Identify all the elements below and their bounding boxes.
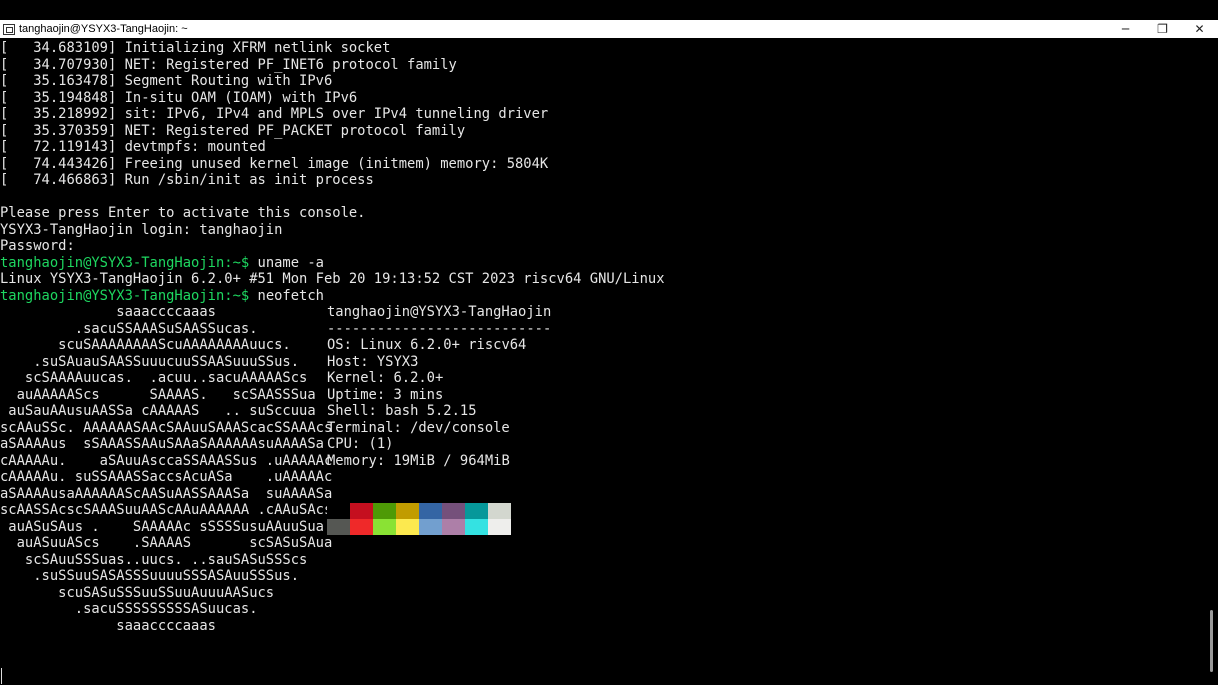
ascii-logo-line: scAAuSSc. AAAAAASAAcSAAuuSAAAScacSSAAAcs [0, 419, 333, 436]
info-value: : bash 5.2.15 [368, 403, 477, 419]
ascii-logo-line: auASuSAus . SAAAAAc sSSSSusuAAuuSua [0, 518, 324, 535]
palette-swatch [327, 503, 350, 519]
palette-swatch [327, 519, 350, 535]
ascii-logo-line: .sacuSSSSSSSSSASuucas. [0, 601, 258, 617]
terminal-output[interactable]: [ 34.683109] Initializing XFRM netlink s… [0, 38, 1205, 685]
palette-swatch [396, 519, 419, 535]
ascii-logo-line: scSAuuSSSuas..uucs. ..sauSASuSSScs [0, 551, 308, 568]
shell-prompt: tanghaojin@YSYX3-TangHaojin:~$ [0, 254, 250, 271]
palette-swatch [488, 519, 511, 535]
ascii-logo-line: cAAAAAu. suSSAAASSaccsAcuASa .uAAAAAc [0, 469, 333, 485]
info-value: : Linux 6.2.0+ riscv64 [343, 337, 527, 353]
ascii-logo-line: scAASSAcscSAAASuuAAScAAuAAAAAA .cAAuSAcs [0, 502, 333, 518]
ascii-logo-line: saaaccccaaas [0, 617, 216, 634]
kernel-log-line: [ 35.194848] In-situ OAM (IOAM) with IPv… [0, 89, 358, 106]
info-key: OS [327, 337, 344, 353]
login-line: YSYX3-TangHaojin login: tanghaojin [0, 221, 283, 238]
info-value: : /dev/console [393, 419, 510, 436]
command-line-uname: tanghaojin@YSYX3-TangHaojin:~$ uname -a [0, 255, 324, 272]
info-key: Host [327, 353, 361, 370]
palette-swatch [373, 519, 396, 535]
top-black-bar [0, 0, 1218, 20]
restore-button[interactable]: ❐ [1144, 20, 1181, 38]
info-key: Kernel [327, 370, 377, 386]
neofetch-separator: --------------------------- [327, 320, 552, 337]
kernel-log-line: [ 35.163478] Segment Routing with IPv6 [0, 73, 333, 89]
palette-swatch [465, 503, 488, 519]
scrollbar[interactable] [1205, 38, 1218, 685]
palette-swatch [419, 503, 442, 519]
palette-swatch [396, 503, 419, 519]
uname-output: Linux YSYX3-TangHaojin 6.2.0+ #51 Mon Fe… [0, 271, 665, 287]
info-memory: Memory: 19MiB / 964MiB [327, 453, 510, 470]
palette-swatch [488, 503, 511, 519]
info-value: : (1) [351, 436, 394, 452]
text-cursor [1, 668, 2, 684]
password-line: Password: [0, 238, 75, 254]
neofetch-header: tanghaojin@YSYX3-TangHaojin [327, 304, 552, 320]
info-host: Host: YSYX3 [327, 354, 418, 371]
palette-swatch [465, 519, 488, 535]
kernel-log-line: [ 34.707930] NET: Registered PF_INET6 pr… [0, 56, 457, 73]
info-value: : 6.2.0+ [376, 370, 444, 386]
ascii-logo-line: .sacuSSAAASuSAASSucas. [0, 320, 258, 337]
window-title: tanghaojin@YSYX3-TangHaojin: ~ [19, 23, 188, 35]
palette-swatch [442, 519, 465, 535]
kernel-log-line: [ 74.443426] Freeing unused kernel image… [0, 155, 549, 172]
ascii-logo-line: auASuuAScs .SAAAAS scSASuSAua [0, 535, 333, 551]
ascii-logo-line: .suSAuauSAASSuuucuuSSAASuuuSSus. [0, 353, 300, 370]
ascii-logo-line: scSAAAAuucas. .acuu..sacuAAAAAScs [0, 370, 308, 386]
ascii-logo-line: aSAAAAus sSAAASSAAuSAAaSAAAAAAsuAAAASa [0, 436, 324, 452]
kernel-log-line: [ 35.218992] sit: IPv6, IPv4 and MPLS ov… [0, 106, 549, 122]
color-palette [327, 503, 511, 535]
ascii-logo-line: auAAAAAScs SAAAAS. scSAASSSua [0, 386, 316, 403]
info-key: Terminal [327, 419, 394, 436]
palette-swatch [350, 519, 373, 535]
kernel-log-line: [ 72.119143] devtmpfs: mounted [0, 139, 266, 155]
ascii-logo-line: .suSSuuSASASSSuuuuSSSASAuuSSSus. [0, 568, 300, 584]
info-kernel: Kernel: 6.2.0+ [327, 370, 443, 387]
scrollbar-thumb[interactable] [1210, 610, 1213, 672]
palette-swatch [419, 519, 442, 535]
shell-prompt: tanghaojin@YSYX3-TangHaojin:~$ [0, 287, 250, 304]
console-activate-message: Please press Enter to activate this cons… [0, 205, 366, 221]
info-terminal: Terminal: /dev/console [327, 420, 510, 437]
info-shell: Shell: bash 5.2.15 [327, 403, 477, 420]
terminal-window: tanghaojin@YSYX3-TangHaojin: ~ ─ ❐ ✕ [ 3… [0, 20, 1218, 685]
info-key: CPU [327, 436, 352, 452]
kernel-log-line: [ 74.466863] Run /sbin/init as init proc… [0, 172, 374, 188]
ascii-logo-line: scuSAAAAAAAAScuAAAAAAAAuucs. [0, 337, 291, 353]
info-key: Memory [327, 452, 377, 469]
info-key: Uptime [327, 386, 377, 403]
palette-swatch [350, 503, 373, 519]
title-bar[interactable]: tanghaojin@YSYX3-TangHaojin: ~ ─ ❐ ✕ [0, 20, 1218, 38]
command-line-neofetch: tanghaojin@YSYX3-TangHaojin:~$ neofetch [0, 288, 324, 305]
palette-swatch [442, 503, 465, 519]
kernel-log-line: [ 34.683109] Initializing XFRM netlink s… [0, 40, 391, 56]
close-button[interactable]: ✕ [1181, 20, 1218, 38]
ascii-logo-line: auSauAAusuAASSa cAAAAAS .. suSccuua [0, 403, 316, 419]
command-text: uname -a [249, 254, 324, 271]
minimize-button[interactable]: ─ [1107, 20, 1144, 38]
info-value: : 3 mins [376, 386, 444, 403]
info-key: Shell [327, 403, 369, 419]
info-uptime: Uptime: 3 mins [327, 387, 443, 404]
terminal-app-icon [3, 23, 15, 35]
info-value: : YSYX3 [360, 353, 419, 370]
kernel-log-line: [ 35.370359] NET: Registered PF_PACKET p… [0, 122, 466, 139]
info-cpu: CPU: (1) [327, 436, 393, 453]
window-controls: ─ ❐ ✕ [1107, 20, 1218, 38]
info-os: OS: Linux 6.2.0+ riscv64 [327, 337, 526, 354]
ascii-logo-line: aSAAAAusaAAAAAAScAASuAASSAAASa suAAAASa [0, 485, 333, 502]
ascii-logo-line: cAAAAAu. aSAuuAsccaSSAAASSus .uAAAAAc [0, 452, 333, 469]
command-text: neofetch [249, 287, 324, 304]
palette-swatch [373, 503, 396, 519]
ascii-logo-line: scuSASuSSSuuSSuuAuuuAASucs [0, 584, 275, 601]
info-value: : 19MiB / 964MiB [376, 452, 510, 469]
ascii-logo-line: saaaccccaaas [0, 304, 216, 320]
